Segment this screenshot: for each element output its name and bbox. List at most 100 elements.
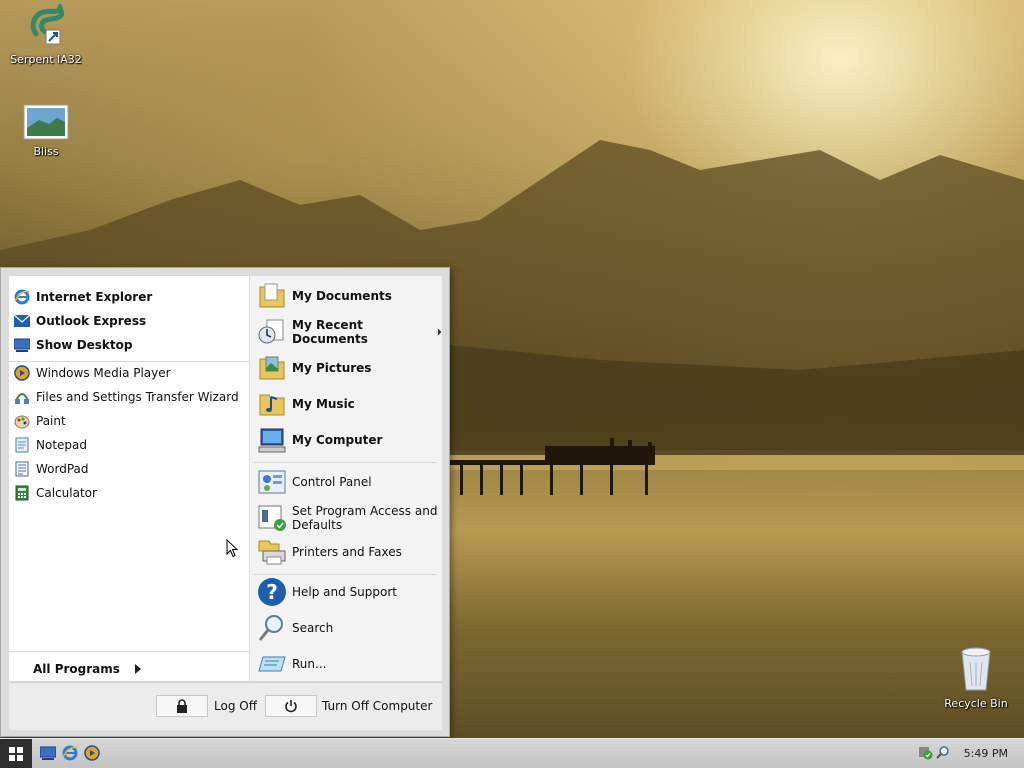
pier-silhouette [450,438,655,495]
recent-documents-icon [256,316,288,348]
log-off-icon-button[interactable] [156,695,208,717]
turn-off-label: Turn Off Computer [322,699,433,713]
arrow-right-icon [134,664,141,674]
folder-documents-icon [256,280,288,312]
system-tray: 5:49 PM [914,739,1024,768]
desktop-icon-bliss[interactable]: Bliss [6,104,86,158]
log-off-label: Log Off [214,699,257,713]
help-icon: ? [256,576,288,608]
show-desktop-icon [13,336,31,354]
menu-item-label: Files and Settings Transfer Wizard [36,390,239,404]
menu-item-paint[interactable]: Paint [13,412,66,430]
menu-item-label: Search [292,621,334,635]
submenu-arrow-icon [437,328,442,336]
tray-security-icon[interactable] [918,744,934,763]
calculator-icon [13,484,31,502]
desktop-icon-serpent[interactable]: Serpent IA32 [6,0,86,66]
menu-separator [254,462,436,463]
media-player-icon [84,745,100,761]
mouse-cursor-icon [226,539,238,558]
menu-separator [9,651,249,652]
menu-item-label: My Pictures [292,361,372,375]
menu-separator [9,361,249,362]
tray-search-icon[interactable] [935,745,950,762]
turn-off-icon-button[interactable] [265,695,317,717]
run-icon [256,648,288,680]
menu-item-media-player[interactable]: Windows Media Player [13,364,171,382]
turn-off-computer-button[interactable]: Turn Off Computer [322,699,432,713]
menu-item-label: Internet Explorer [36,290,153,304]
menu-item-program-access-defaults[interactable]: Set Program Access and Defaults [256,502,438,534]
menu-item-my-recent-documents[interactable]: My Recent Documents [256,316,442,348]
menu-item-notepad[interactable]: Notepad [13,436,87,454]
search-icon [256,612,288,644]
desktop-icon-recycle-bin[interactable]: Recycle Bin [936,646,1016,710]
start-menu: Internet Explorer Outlook Express Show D… [0,267,450,737]
quick-launch-show-desktop[interactable] [39,746,57,763]
menu-separator [254,574,436,575]
desktop-icon-label: Serpent IA32 [10,53,82,66]
menu-item-help-support[interactable]: ? Help and Support [256,576,397,608]
desktop-icon-label: Recycle Bin [944,697,1008,710]
menu-item-label: Windows Media Player [36,366,171,380]
menu-item-label: Control Panel [292,475,372,489]
menu-item-my-pictures[interactable]: My Pictures [256,352,371,384]
desktop-icon-label: Bliss [33,145,59,158]
power-icon [285,700,297,713]
clock[interactable]: 5:49 PM [964,747,1008,760]
menu-item-label: My Recent Documents [292,318,368,346]
menu-item-label: My Documents [292,289,392,303]
transfer-wizard-icon [13,388,31,406]
windows-logo-icon [9,746,23,761]
outlook-express-icon [13,312,31,330]
show-desktop-icon [39,746,57,760]
menu-item-wordpad[interactable]: WordPad [13,460,89,478]
menu-item-label: Calculator [36,486,97,500]
menu-item-label: Set Program Access and Defaults [292,504,438,532]
menu-item-control-panel[interactable]: Control Panel [256,466,372,498]
quick-launch-media-player[interactable] [84,745,100,764]
menu-item-my-documents[interactable]: My Documents [256,280,392,312]
internet-explorer-icon [62,745,78,761]
all-programs-label: All Programs [33,662,120,676]
program-defaults-icon [256,502,288,534]
menu-item-outlook-express[interactable]: Outlook Express [13,312,146,330]
start-button[interactable] [0,739,32,768]
menu-item-printers-faxes[interactable]: Printers and Faxes [256,536,402,568]
lock-icon [177,699,187,713]
wordpad-icon [13,460,31,478]
quick-launch [39,745,100,764]
start-menu-programs-pane: Internet Explorer Outlook Express Show D… [9,276,249,681]
security-shield-icon [918,747,933,760]
media-player-icon [13,364,31,382]
menu-item-label: Printers and Faxes [292,545,402,559]
internet-explorer-icon [13,288,31,306]
quick-launch-internet-explorer[interactable] [62,745,78,764]
menu-item-calculator[interactable]: Calculator [13,484,97,502]
menu-item-show-desktop[interactable]: Show Desktop [13,336,133,354]
menu-item-internet-explorer[interactable]: Internet Explorer [13,288,152,306]
log-off-button[interactable]: Log Off [214,699,257,713]
menu-item-transfer-wizard[interactable]: Files and Settings Transfer Wizard [13,388,239,406]
printer-icon [256,536,288,568]
all-programs-button[interactable]: All Programs [33,662,142,676]
menu-item-label: Help and Support [292,585,397,599]
menu-item-my-music[interactable]: My Music [256,388,355,420]
menu-item-label: WordPad [36,462,89,476]
paint-icon [13,412,31,430]
start-menu-footer: Log Off Turn Off Computer [9,682,442,730]
menu-item-search[interactable]: Search [256,612,333,644]
serpent-icon [30,0,65,45]
folder-pictures-icon [256,352,288,384]
menu-item-label: Show Desktop [36,338,133,352]
folder-music-icon [256,388,288,420]
menu-item-label: My Computer [292,433,383,447]
menu-item-label: Outlook Express [36,314,147,328]
menu-item-my-computer[interactable]: My Computer [256,424,382,456]
svg-text:?: ? [266,580,278,604]
computer-icon [256,424,288,456]
menu-item-label: My Music [292,397,355,411]
start-menu-places-pane: My Documents My Recent Documents My Pict… [250,276,442,681]
menu-item-run[interactable]: Run... [256,648,326,680]
control-panel-icon [256,466,288,498]
